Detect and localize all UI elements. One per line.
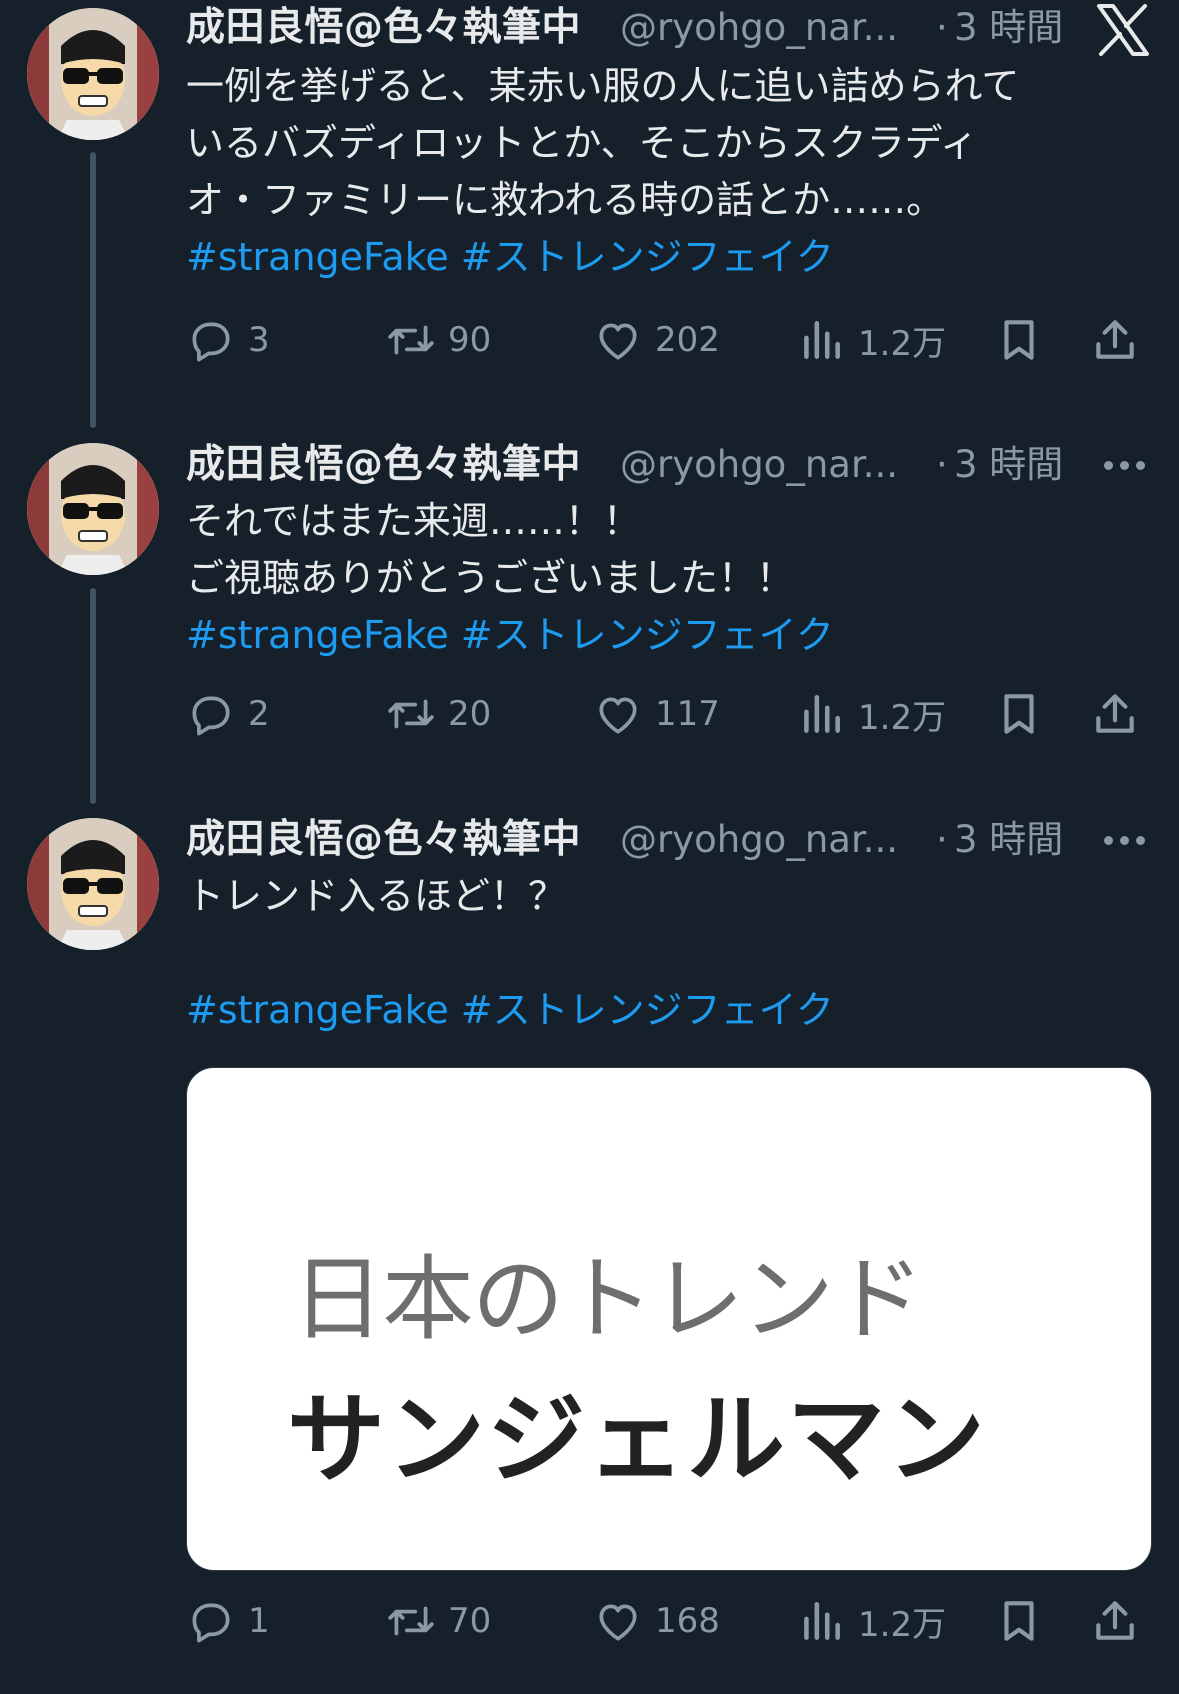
views-icon <box>804 695 840 733</box>
like-button[interactable]: 202 <box>593 310 720 370</box>
views-icon <box>804 1602 840 1640</box>
share-button[interactable] <box>1090 684 1140 744</box>
action-bar: 3 90 202 1.2万 <box>186 310 1156 370</box>
repost-icon <box>388 325 434 355</box>
bookmark-button[interactable] <box>994 684 1044 744</box>
bookmark-button[interactable] <box>994 1591 1044 1651</box>
tweet-text: トレンド入るほど！？ #strangeFake #ストレンジフェイク <box>186 868 1126 1039</box>
views-count: 1.2万 <box>858 697 947 738</box>
repost-count: 20 <box>448 694 492 734</box>
reply-button[interactable]: 1 <box>186 1591 270 1651</box>
hashtag-link[interactable]: #strangeFake #ストレンジフェイク <box>186 982 1126 1039</box>
action-bar: 1 70 168 1.2万 <box>186 1591 1156 1651</box>
avatar[interactable] <box>27 818 159 950</box>
tweet-header: 成田良悟@色々執筆中 @ryohgo_nar... · 3 時間 <box>186 810 1146 870</box>
timestamp[interactable]: 3 時間 <box>954 435 1063 495</box>
timestamp[interactable]: 3 時間 <box>954 0 1063 58</box>
tweet[interactable]: 成田良悟@色々執筆中 @ryohgo_nar... · 3 時間 それではまた来… <box>0 435 1179 795</box>
tweet-text-line: 一例を挙げると、某赤い服の人に追い詰められて <box>186 64 1020 108</box>
repost-button[interactable]: 90 <box>386 310 491 370</box>
repost-icon <box>388 699 434 729</box>
like-button[interactable]: 168 <box>593 1591 720 1651</box>
author-handle[interactable]: @ryohgo_nar... <box>620 0 898 58</box>
share-icon <box>1096 694 1134 733</box>
more-button[interactable] <box>1104 836 1148 846</box>
tweet-text-line: トレンド入るほど！？ <box>186 874 567 918</box>
author-name[interactable]: 成田良悟@色々執筆中 <box>186 810 581 870</box>
avatar[interactable] <box>27 8 159 140</box>
reply-count: 2 <box>248 694 270 734</box>
tweet-text-line: いるバズディロットとか、そこからスクラディ <box>186 121 978 165</box>
like-count: 117 <box>655 694 720 734</box>
repost-icon <box>388 1606 434 1636</box>
more-icon <box>1120 461 1129 470</box>
more-button[interactable] <box>1104 461 1148 471</box>
tweet-header: 成田良悟@色々執筆中 @ryohgo_nar... · 3 時間 <box>186 0 1146 58</box>
heart-icon <box>599 323 637 360</box>
hashtag-link[interactable]: #strangeFake #ストレンジフェイク <box>186 607 1126 664</box>
tweet-header: 成田良悟@色々執筆中 @ryohgo_nar... · 3 時間 <box>186 435 1146 495</box>
views-count: 1.2万 <box>858 1604 947 1645</box>
reply-button[interactable]: 2 <box>186 684 270 744</box>
heart-icon <box>599 697 637 734</box>
like-count: 168 <box>655 1601 720 1641</box>
views-button[interactable]: 1.2万 <box>796 310 946 370</box>
reply-icon <box>192 1603 230 1643</box>
more-icon <box>1136 461 1145 470</box>
more-icon <box>1136 836 1145 845</box>
image-text-trend-name: サンジェルマン <box>287 1383 988 1497</box>
share-button[interactable] <box>1090 310 1140 370</box>
bookmark-icon <box>1004 320 1034 360</box>
repost-button[interactable]: 20 <box>386 684 491 744</box>
separator-dot: · <box>936 818 948 861</box>
reply-button[interactable]: 3 <box>186 310 270 370</box>
hashtag-link[interactable]: #strangeFake #ストレンジフェイク <box>186 229 1126 286</box>
share-icon <box>1096 1601 1134 1640</box>
reply-icon <box>192 322 230 362</box>
bookmark-icon <box>1004 694 1034 734</box>
repost-count: 70 <box>448 1601 492 1641</box>
timestamp[interactable]: 3 時間 <box>954 810 1063 870</box>
share-button[interactable] <box>1090 1591 1140 1651</box>
repost-button[interactable]: 70 <box>386 1591 491 1651</box>
tweet-text-line: それではまた来週……！！ <box>186 499 641 543</box>
separator-dot: · <box>936 443 948 486</box>
image-text-trend-heading: 日本のトレンド <box>292 1246 924 1353</box>
heart-icon <box>599 1604 637 1641</box>
tweet-image[interactable]: 日本のトレンド サンジェルマン <box>186 1067 1152 1571</box>
separator-dot: · <box>936 6 948 49</box>
tweet[interactable]: 成田良悟@色々執筆中 @ryohgo_nar... · 3 時間 一例を挙げると… <box>0 0 1179 420</box>
repost-count: 90 <box>448 320 492 360</box>
like-button[interactable]: 117 <box>593 684 720 744</box>
like-count: 202 <box>655 320 720 360</box>
author-name[interactable]: 成田良悟@色々執筆中 <box>186 0 581 58</box>
views-button[interactable]: 1.2万 <box>796 1591 946 1651</box>
views-count: 1.2万 <box>858 323 947 364</box>
more-icon <box>1120 836 1129 845</box>
author-handle[interactable]: @ryohgo_nar... <box>620 435 898 495</box>
views-button[interactable]: 1.2万 <box>796 684 946 744</box>
author-handle[interactable]: @ryohgo_nar... <box>620 810 898 870</box>
more-icon <box>1104 836 1113 845</box>
reply-count: 3 <box>248 320 270 360</box>
tweet-text-line: ご視聴ありがとうございました！！ <box>186 556 795 600</box>
author-name[interactable]: 成田良悟@色々執筆中 <box>186 435 581 495</box>
views-icon <box>804 321 840 359</box>
bookmark-icon <box>1004 1601 1034 1641</box>
share-icon <box>1096 320 1134 359</box>
tweet-text-line: オ・ファミリーに救われる時の話とか……。 <box>186 178 945 222</box>
reply-icon <box>192 696 230 736</box>
avatar[interactable] <box>27 443 159 575</box>
action-bar: 2 20 117 1.2万 <box>186 684 1156 744</box>
more-icon <box>1104 461 1113 470</box>
tweet-text: それではまた来週……！！ ご視聴ありがとうございました！！ #strangeFa… <box>186 493 1126 664</box>
bookmark-button[interactable] <box>994 310 1044 370</box>
reply-count: 1 <box>248 1601 270 1641</box>
tweet-text: 一例を挙げると、某赤い服の人に追い詰められて いるバズディロットとか、そこからス… <box>186 58 1126 286</box>
